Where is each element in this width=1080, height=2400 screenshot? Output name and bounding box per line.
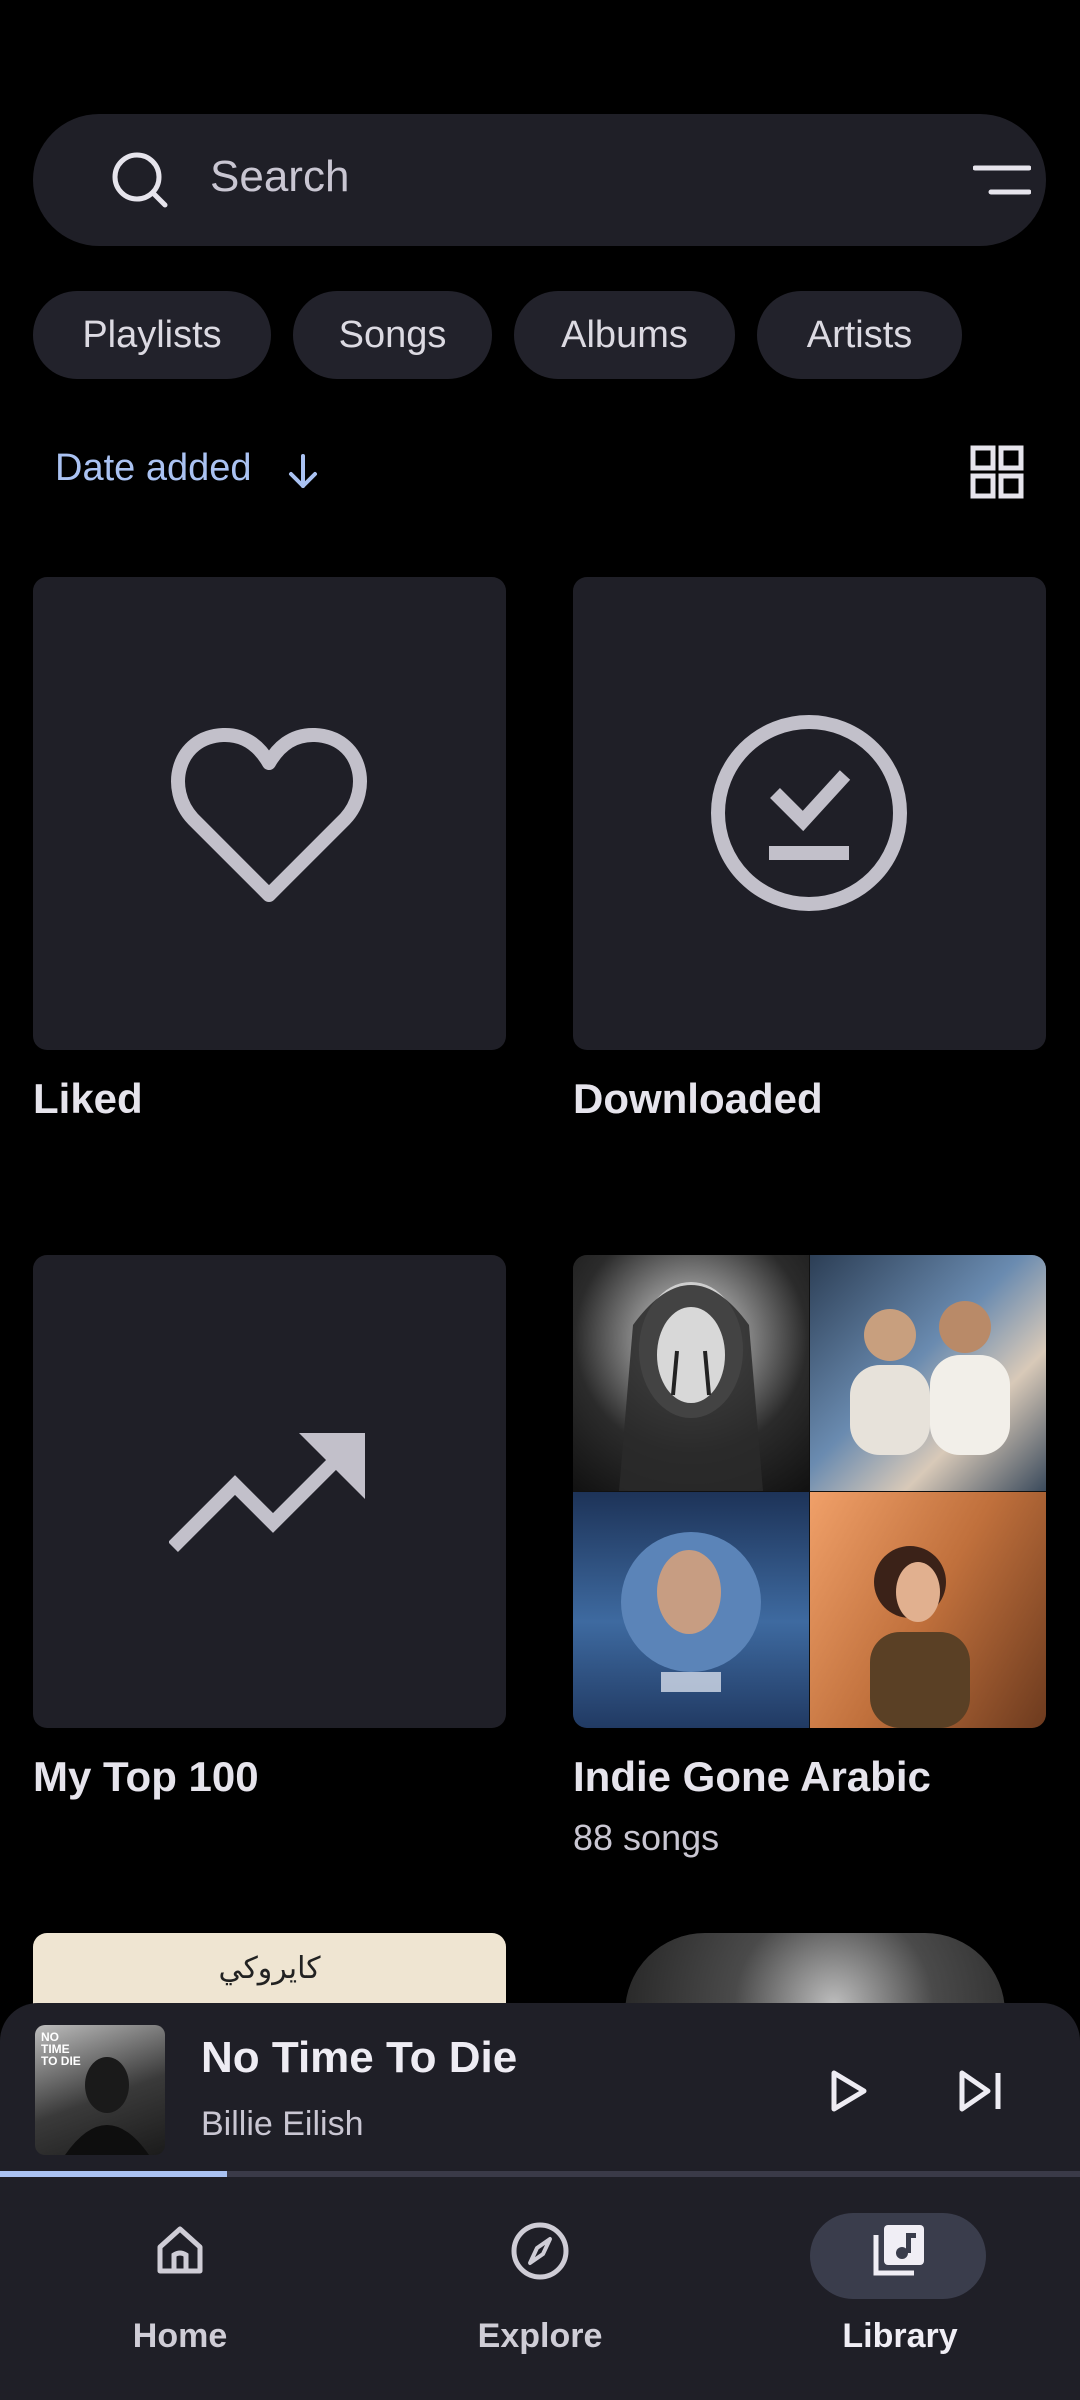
chip-songs[interactable]: Songs xyxy=(293,291,492,379)
play-icon[interactable] xyxy=(826,2069,870,2113)
skip-next-icon[interactable] xyxy=(958,2069,1004,2113)
download-done-icon xyxy=(711,715,907,911)
liked-tile[interactable] xyxy=(33,577,506,1050)
search-placeholder[interactable]: Search xyxy=(210,152,349,202)
library-music-icon xyxy=(873,2225,924,2276)
chip-playlists[interactable]: Playlists xyxy=(33,291,271,379)
search-icon xyxy=(112,152,168,208)
cover-art xyxy=(810,1492,1046,1728)
sort-button[interactable]: Date added xyxy=(55,447,252,490)
nav-label: Home xyxy=(132,2317,228,2355)
compass-icon xyxy=(511,2222,569,2280)
cover-art xyxy=(810,1255,1046,1491)
tile-title: Downloaded xyxy=(573,1075,823,1122)
grid-view-icon[interactable] xyxy=(970,445,1024,499)
chip-artists[interactable]: Artists xyxy=(757,291,962,379)
partial-album-tile[interactable]: كايروكي xyxy=(33,1933,506,2013)
heart-icon xyxy=(171,728,367,902)
arrow-down-icon[interactable] xyxy=(285,452,321,492)
tile-title: My Top 100 xyxy=(33,1753,259,1800)
tile-title: Liked xyxy=(33,1075,143,1122)
tile-subtitle: 88 songs xyxy=(573,1817,720,1858)
chip-albums[interactable]: Albums xyxy=(514,291,735,379)
indie-gone-arabic-tile[interactable] xyxy=(573,1255,1046,1728)
now-playing-artist: Billie Eilish xyxy=(201,2105,364,2143)
downloaded-tile[interactable] xyxy=(573,577,1046,1050)
nav-home[interactable]: Home xyxy=(0,2177,360,2400)
nav-library[interactable]: Library xyxy=(720,2177,1080,2400)
nav-explore[interactable]: Explore xyxy=(360,2177,720,2400)
partial-artist-tile[interactable] xyxy=(625,1933,1005,2013)
now-playing-title: No Time To Die xyxy=(201,2033,518,2082)
trending-up-icon xyxy=(169,1433,365,1552)
home-icon xyxy=(157,2226,203,2274)
cover-art xyxy=(573,1255,809,1491)
partial-tile-text: كايروكي xyxy=(218,1951,321,1986)
nav-label: Explore xyxy=(477,2317,603,2355)
cover-art xyxy=(573,1492,809,1728)
tile-title: Indie Gone Arabic xyxy=(573,1753,931,1800)
bottom-navigation: Home Explore Library xyxy=(0,2177,1080,2400)
filter-icon[interactable] xyxy=(973,164,1031,198)
search-bar[interactable]: Search xyxy=(33,114,1046,246)
now-playing-art: NO TIME TO DIE xyxy=(35,2025,165,2155)
nav-label: Library xyxy=(842,2317,958,2355)
my-top-100-tile[interactable] xyxy=(33,1255,506,1728)
mini-player[interactable]: NO TIME TO DIE No Time To Die Billie Eil… xyxy=(0,2003,1080,2177)
